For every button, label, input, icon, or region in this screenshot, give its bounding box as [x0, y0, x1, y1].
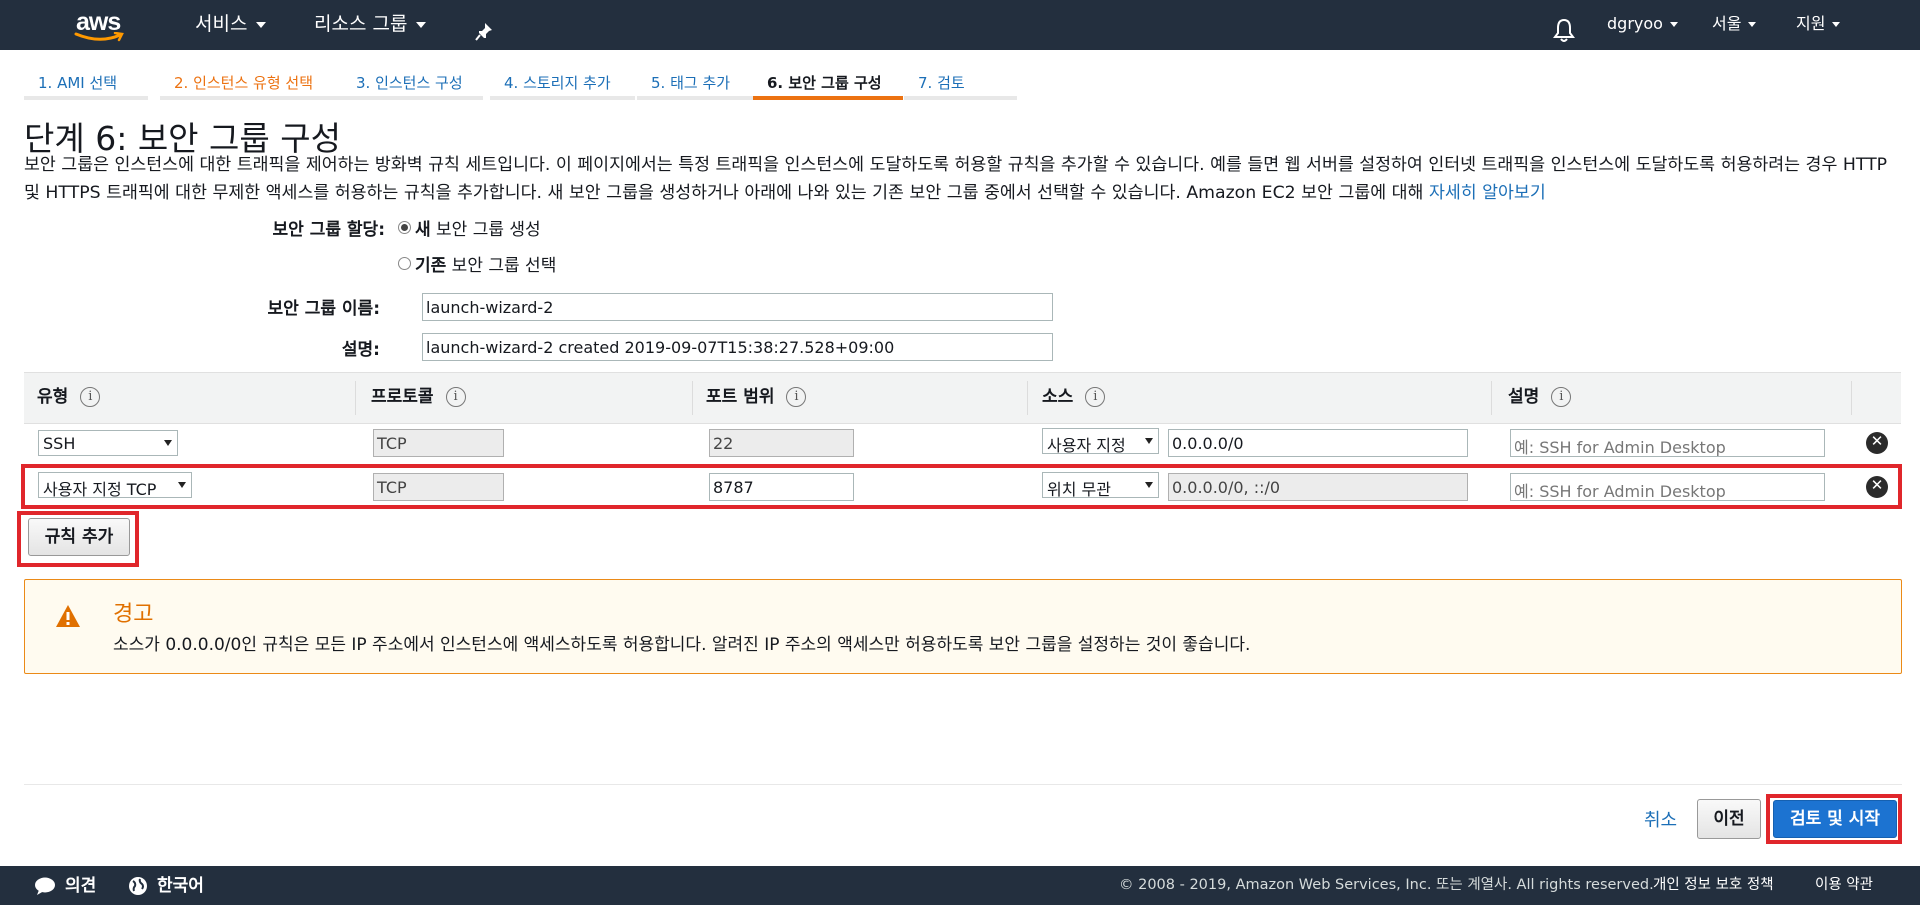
option-new-rest: 보안 그룹 생성: [430, 220, 541, 240]
language-selector[interactable]: 한국어: [128, 867, 204, 906]
step-ami[interactable]: 1. AMI 선택: [24, 68, 148, 100]
page-description: 보안 그룹은 인스턴스에 대한 트래픽을 제어하는 방화벽 규칙 세트입니다. …: [24, 151, 1894, 207]
globe-icon: [129, 877, 147, 895]
info-icon[interactable]: i: [80, 387, 101, 407]
pin-icon[interactable]: [474, 13, 494, 41]
column-divider: [692, 381, 693, 415]
header-protocol-label: 프로토콜: [371, 387, 434, 407]
chevron-down-icon: [1832, 22, 1841, 27]
intro-text: 보안 그룹은 인스턴스에 대한 트래픽을 제어하는 방화벽 규칙 세트입니다. …: [24, 155, 1888, 203]
warning-icon: [56, 605, 80, 627]
info-icon[interactable]: i: [445, 387, 466, 407]
chat-bubble-icon: [35, 877, 55, 895]
radio-existing-security-group[interactable]: 기존 보안 그룹 선택: [398, 251, 556, 276]
account-menu[interactable]: dgryoo: [1607, 0, 1678, 50]
rules-table-header: 유형 i 프로토콜 i 포트 범위 i 소스 i 설명 i: [24, 372, 1901, 424]
resource-groups-menu[interactable]: 리소스 그룹: [314, 0, 427, 50]
aws-smile-icon: [74, 32, 124, 42]
warning-message: 소스가 0.0.0.0/0인 규칙은 모든 IP 주소에서 인스턴스에 액세스하…: [113, 635, 1251, 655]
column-divider: [1491, 381, 1492, 415]
divider: [24, 784, 1902, 785]
chevron-down-icon: [1669, 22, 1678, 27]
dropdown-arrow-icon: [164, 440, 172, 446]
step-add-tags[interactable]: 5. 태그 추가: [637, 68, 754, 100]
security-group-name-label: 보안 그룹 이름:: [267, 299, 380, 319]
rule-type-select[interactable]: SSH: [38, 430, 178, 456]
rule-description-input[interactable]: 예: SSH for Admin Desktop: [1510, 429, 1825, 457]
services-menu[interactable]: 서비스: [195, 0, 267, 50]
support-label: 지원: [1796, 14, 1826, 33]
option-existing-bold: 기존: [415, 256, 447, 276]
feedback-label: 의견: [65, 876, 97, 896]
assign-label: 보안 그룹 할당:: [272, 220, 385, 240]
step-review[interactable]: 7. 검토: [904, 68, 1017, 100]
warning-title: 경고: [113, 602, 154, 627]
top-navigation-bar: aws 서비스 리소스 그룹 dgryoo 서울 지원: [0, 0, 1920, 50]
aws-logo[interactable]: aws: [74, 6, 130, 44]
header-type-label: 유형: [37, 387, 69, 407]
column-divider: [355, 381, 356, 415]
chevron-down-icon: [416, 21, 427, 28]
info-icon[interactable]: i: [1551, 387, 1572, 407]
port-range-input: 22: [709, 429, 854, 457]
account-name: dgryoo: [1607, 14, 1663, 33]
step-security-group[interactable]: 6. 보안 그룹 구성: [753, 68, 903, 100]
header-type: 유형 i: [37, 373, 101, 423]
remove-rule-icon[interactable]: ✕: [1866, 432, 1888, 454]
security-group-name-input[interactable]: launch-wizard-2: [422, 293, 1053, 321]
learn-more-link[interactable]: 자세히 알아보기: [1429, 183, 1546, 203]
footer: 의견 한국어 © 2008 - 2019, Amazon Web Service…: [0, 866, 1920, 905]
header-source-label: 소스: [1042, 387, 1074, 407]
column-divider: [1851, 381, 1852, 415]
table-row: SSH TCP 22 사용자 지정 0.0.0.0/0 예: SSH for A…: [24, 423, 1901, 463]
step-configure-instance[interactable]: 3. 인스턴스 구성: [342, 68, 483, 100]
column-divider: [1027, 381, 1028, 415]
rule-type-value: SSH: [43, 434, 76, 453]
description-input[interactable]: launch-wizard-2 created 2019-09-07T15:38…: [422, 333, 1053, 361]
services-menu-label: 서비스: [195, 13, 248, 35]
support-menu[interactable]: 지원: [1796, 0, 1841, 50]
step-add-storage[interactable]: 4. 스토리지 추가: [490, 68, 635, 100]
chevron-down-icon: [256, 21, 267, 28]
option-new-bold: 새: [415, 220, 431, 240]
highlight-box: [17, 511, 139, 567]
option-existing-rest: 보안 그룹 선택: [446, 256, 557, 276]
radio-button-checked[interactable]: [398, 221, 411, 234]
region-menu[interactable]: 서울: [1712, 0, 1757, 50]
language-label: 한국어: [157, 876, 204, 896]
highlight-box: [1766, 794, 1902, 844]
info-icon[interactable]: i: [786, 387, 807, 407]
cancel-link[interactable]: 취소: [1644, 806, 1677, 832]
warning-alert: 경고 소스가 0.0.0.0/0인 규칙은 모든 IP 주소에서 인스턴스에 액…: [24, 579, 1902, 674]
radio-new-security-group[interactable]: 새 보안 그룹 생성: [398, 215, 541, 240]
info-icon[interactable]: i: [1085, 387, 1106, 407]
highlight-box: [21, 464, 1902, 509]
header-description: 설명 i: [1508, 373, 1572, 423]
privacy-policy-link[interactable]: 개인 정보 보호 정책: [1653, 866, 1774, 905]
copyright-text: © 2008 - 2019, Amazon Web Services, Inc.…: [1119, 877, 1654, 893]
feedback-link[interactable]: 의견: [34, 867, 96, 906]
source-type-value: 사용자 지정: [1047, 436, 1126, 454]
region-name: 서울: [1712, 14, 1742, 33]
header-protocol: 프로토콜 i: [371, 373, 466, 423]
header-port-range-label: 포트 범위: [706, 387, 775, 407]
description-label: 설명:: [341, 340, 380, 360]
dropdown-arrow-icon: [1145, 438, 1153, 444]
step-instance-type[interactable]: 2. 인스턴스 유형 선택: [160, 68, 343, 100]
radio-button-unchecked[interactable]: [398, 257, 411, 270]
previous-button[interactable]: 이전: [1697, 799, 1761, 839]
header-description-label: 설명: [1508, 387, 1540, 407]
source-cidr-input[interactable]: 0.0.0.0/0: [1168, 429, 1468, 457]
bell-icon[interactable]: [1553, 13, 1575, 42]
source-type-select[interactable]: 사용자 지정: [1042, 428, 1159, 454]
protocol-field: TCP: [373, 429, 504, 457]
header-source: 소스 i: [1042, 373, 1106, 423]
header-port-range: 포트 범위 i: [706, 373, 807, 423]
chevron-down-icon: [1748, 22, 1757, 27]
terms-of-use-link[interactable]: 이용 약관: [1815, 866, 1873, 905]
resource-groups-label: 리소스 그룹: [314, 13, 408, 35]
